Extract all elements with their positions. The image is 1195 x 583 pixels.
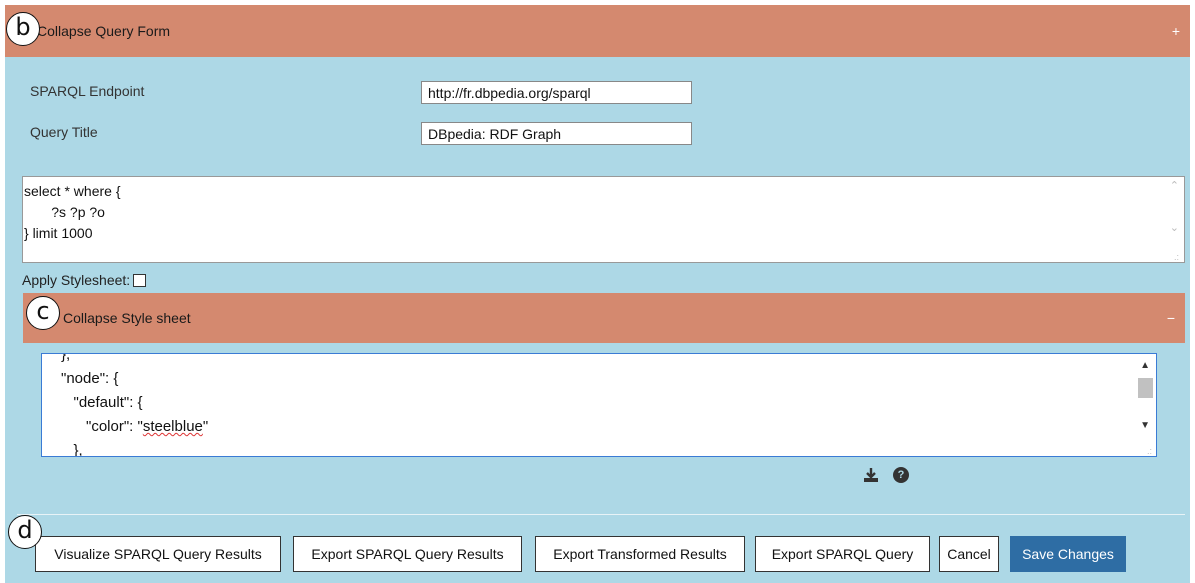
divider [17, 514, 1185, 515]
export-results-button[interactable]: Export SPARQL Query Results [293, 536, 522, 572]
download-icon-svg [864, 468, 878, 482]
sparql-query-textarea[interactable]: select * where { ?s ?p ?o } limit 1000 ⌃ … [22, 176, 1185, 263]
style-line: }, [61, 442, 83, 457]
scroll-down-icon[interactable]: ▼ [1140, 420, 1150, 431]
style-sheet-textarea[interactable]: }, "node": { "default": { "color": "steel… [41, 353, 1157, 457]
query-code: select * where { ?s ?p ?o } limit 1000 [24, 181, 121, 244]
expand-plus-icon[interactable]: + [1172, 23, 1180, 39]
collapse-query-form-header[interactable]: Collapse Query Form + [5, 5, 1190, 57]
sparql-endpoint-input[interactable] [421, 81, 692, 104]
style-line-key: "color": " [61, 418, 143, 435]
style-line-end: " [202, 418, 209, 435]
style-sheet-header-title: Collapse Style sheet [63, 310, 191, 326]
annotation-badge-d: d [8, 515, 42, 549]
question-circle-icon[interactable]: ? [893, 467, 909, 483]
annotation-badge-b: b [6, 12, 40, 46]
apply-stylesheet-checkbox[interactable] [133, 273, 147, 287]
query-line: ?s ?p ?o [24, 204, 105, 220]
query-line: select * where { [24, 183, 121, 199]
download-icon[interactable] [863, 467, 879, 486]
save-changes-button[interactable]: Save Changes [1010, 536, 1126, 572]
cancel-button[interactable]: Cancel [939, 536, 999, 572]
sparql-endpoint-label: SPARQL Endpoint [30, 83, 145, 99]
resize-grip-icon[interactable]: .: [1147, 446, 1152, 456]
query-title-input[interactable] [421, 122, 692, 145]
query-scrollbar[interactable]: ⌃ ⌄ .: [1165, 177, 1181, 262]
resize-grip-icon[interactable]: .: [1174, 252, 1179, 262]
style-scrollbar[interactable]: ▲ ▼ .: [1137, 354, 1154, 456]
apply-stylesheet-label: Apply Stylesheet: [22, 272, 131, 288]
query-form-header-title: Collapse Query Form [37, 23, 171, 39]
style-line-value: steelblue [142, 418, 203, 435]
collapse-style-sheet-header[interactable]: Collapse Style sheet − [23, 293, 1185, 343]
style-line: "default": { [61, 394, 143, 411]
annotation-badge-c: c [26, 296, 60, 330]
style-line: }, [61, 353, 71, 363]
query-editor-panel: Collapse Query Form + SPARQL Endpoint Qu… [5, 5, 1190, 583]
query-title-label: Query Title [30, 124, 98, 140]
scroll-down-icon[interactable]: ⌄ [1170, 221, 1179, 234]
visualize-results-button[interactable]: Visualize SPARQL Query Results [35, 536, 281, 572]
scroll-up-icon[interactable]: ▲ [1140, 360, 1150, 371]
scrollbar-thumb[interactable] [1138, 378, 1153, 398]
style-code: }, "node": { "default": { "color": "steel… [61, 353, 208, 457]
apply-stylesheet-row: Apply Stylesheet: [22, 272, 147, 288]
collapse-minus-icon[interactable]: − [1167, 310, 1175, 326]
style-line: "node": { [61, 370, 119, 387]
export-query-button[interactable]: Export SPARQL Query [755, 536, 930, 572]
export-transformed-button[interactable]: Export Transformed Results [535, 536, 745, 572]
style-line: "color": "steelblue" [61, 415, 208, 439]
scroll-up-icon[interactable]: ⌃ [1170, 179, 1179, 192]
query-line: } limit 1000 [24, 225, 93, 241]
